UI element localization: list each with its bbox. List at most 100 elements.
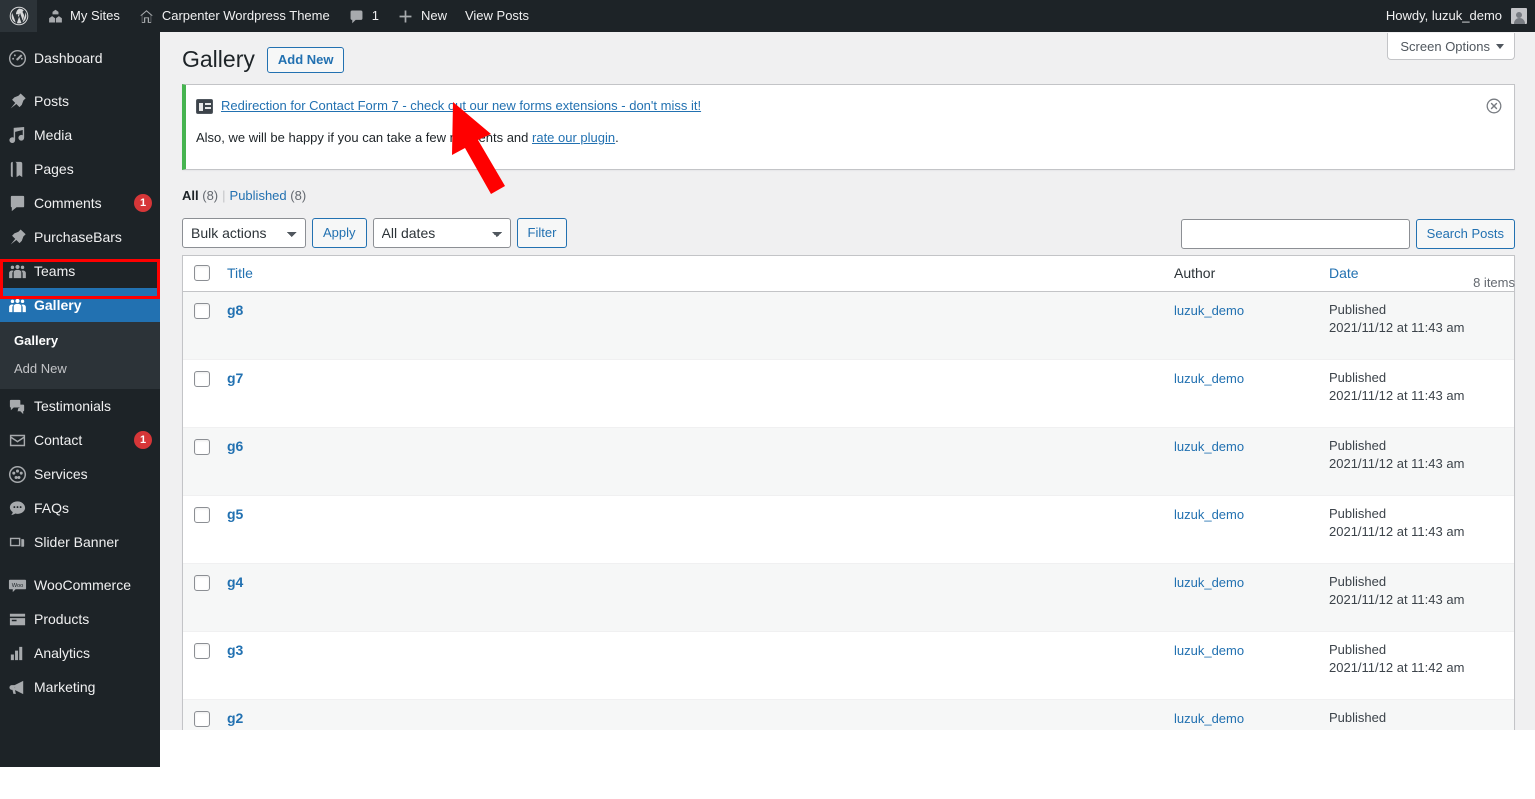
filter-all-label: All [182,188,199,203]
search-input[interactable] [1180,219,1410,249]
sidebar-item-products[interactable]: Products [0,602,160,636]
group-icon [0,262,34,281]
table-row: g5 luzuk_demo Published 2021/11/12 at 11:43… [183,496,1514,564]
sidebar-item-gallery[interactable]: Gallery [0,288,160,322]
search-posts-button[interactable]: Search Posts [1415,219,1515,249]
plugin-notice: Redirection for Contact Form 7 - check o… [182,84,1515,170]
sidebar-item-woocommerce[interactable]: Woo WooCommerce [0,568,160,602]
sidebar-item-teams[interactable]: Teams [0,254,160,288]
row-author-link[interactable]: luzuk_demo [1174,439,1244,454]
filter-link-all[interactable]: All (8) [182,188,218,203]
table-header-row: Title Author Date [183,256,1514,292]
row-select-cell [183,496,217,564]
sidebar-item-comments[interactable]: Comments 1 [0,186,160,220]
sidebar-item-marketing[interactable]: Marketing [0,670,160,704]
screen-options-label: Screen Options [1400,38,1490,54]
adminbar-my-sites-label: My Sites [70,8,120,23]
content-area: Screen Options Gallery Add New Redirecti… [160,32,1535,730]
filter-button[interactable]: Filter [516,218,568,248]
filter-link-published[interactable]: Published (8) [230,188,307,203]
row-author-link[interactable]: luzuk_demo [1174,371,1244,386]
row-date-cell: Published 2021/11/12 at 11:43 am [1319,564,1514,632]
sort-by-title-link[interactable]: Title [227,265,253,281]
row-title-link[interactable]: g8 [227,302,243,318]
submenu-item-gallery[interactable]: Gallery [0,327,160,355]
row-select-checkbox[interactable] [194,507,210,523]
row-author-link[interactable]: luzuk_demo [1174,575,1244,590]
screen-options-button[interactable]: Screen Options [1387,33,1515,60]
items-count-label: 8 items [1473,275,1515,290]
comment-bubble-icon [0,194,34,213]
pin-icon [0,92,34,111]
svg-text:Woo: Woo [11,582,23,588]
row-title-link[interactable]: g3 [227,642,243,658]
row-status: Published [1329,506,1387,521]
close-circle-icon[interactable] [1484,96,1504,116]
sidebar-item-analytics[interactable]: Analytics [0,636,160,670]
sidebar-item-pages[interactable]: Pages [0,152,160,186]
sidebar-item-dashboard[interactable]: Dashboard [0,41,160,75]
adminbar-comments[interactable]: 1 [339,0,388,32]
row-select-checkbox[interactable] [194,643,210,659]
table-body: g8 luzuk_demo Published 2021/11/12 at 11:43… [183,292,1514,730]
sidebar-item-label: Dashboard [34,50,103,66]
sidebar-item-contact[interactable]: Contact 1 [0,423,160,457]
posts-table: Title Author Date g8 luzuk_demo Published 2… [182,255,1515,730]
row-select-checkbox[interactable] [194,303,210,319]
row-select-cell [183,292,217,360]
column-header-author: Author [1164,256,1319,292]
wordpress-logo-button[interactable] [0,0,37,32]
row-title-link[interactable]: g4 [227,574,243,590]
adminbar-site-name[interactable]: Carpenter Wordpress Theme [129,0,339,32]
row-author-link[interactable]: luzuk_demo [1174,711,1244,726]
sidebar-item-label: Products [34,611,90,627]
row-title-link[interactable]: g7 [227,370,243,386]
sidebar-item-testimonials[interactable]: Testimonials [0,389,160,423]
row-select-checkbox[interactable] [194,711,210,727]
row-date-cell: Published 2021/11/12 at 11:42 am [1319,632,1514,700]
megaphone-icon [0,678,34,697]
rate-our-plugin-link[interactable]: rate our plugin [532,130,615,145]
row-title-link[interactable]: g2 [227,710,243,726]
avatar [1511,8,1527,24]
notice-body-suffix: . [615,130,619,145]
sidebar-item-purchasebars[interactable]: PurchaseBars [0,220,160,254]
apply-button[interactable]: Apply [312,218,367,248]
menu-separator-1 [0,75,160,84]
row-author-link[interactable]: luzuk_demo [1174,507,1244,522]
date-filter-select[interactable]: All datesNovember 2021 [372,218,511,248]
adminbar-my-account[interactable]: Howdy, luzuk_demo [1377,0,1535,32]
pin-icon [0,228,34,247]
sidebar-item-slider-banner[interactable]: Slider Banner [0,525,160,559]
comments-count-badge: 1 [134,194,152,212]
adminbar-my-sites[interactable]: My Sites [37,0,129,32]
row-author-link[interactable]: luzuk_demo [1174,643,1244,658]
column-header-title: Title [217,256,1164,292]
sidebar-item-label: Posts [34,93,70,109]
notice-body: Also, we will be happy if you can take a… [196,129,1502,147]
row-select-checkbox[interactable] [194,439,210,455]
adminbar-howdy-label: Howdy, luzuk_demo [1385,8,1502,23]
select-all-checkbox[interactable] [194,265,210,281]
row-title-link[interactable]: g6 [227,438,243,454]
row-title-link[interactable]: g5 [227,506,243,522]
row-author-link[interactable]: luzuk_demo [1174,303,1244,318]
notice-main-link[interactable]: Redirection for Contact Form 7 - check o… [221,96,701,116]
sidebar-item-services[interactable]: Services [0,457,160,491]
sidebar-item-faqs[interactable]: FAQs [0,491,160,525]
sidebar-item-posts[interactable]: Posts [0,84,160,118]
filter-published-label: Published [229,188,287,203]
row-select-checkbox[interactable] [194,371,210,387]
add-new-button[interactable]: Add New [266,46,345,73]
submenu-item-add-new[interactable]: Add New [0,355,160,383]
adminbar-new-content[interactable]: New [388,0,456,32]
row-select-cell [183,632,217,700]
bulk-actions-select[interactable]: Bulk actionsEditMove to Trash [182,218,306,248]
sidebar-item-media[interactable]: Media [0,118,160,152]
row-title-cell: g5 [217,496,1164,564]
table-row: g8 luzuk_demo Published 2021/11/12 at 11:43… [183,292,1514,360]
sort-by-date-link[interactable]: Date [1329,265,1359,281]
row-select-checkbox[interactable] [194,575,210,591]
row-author-cell: luzuk_demo [1164,428,1319,496]
adminbar-view-posts[interactable]: View Posts [456,0,538,32]
